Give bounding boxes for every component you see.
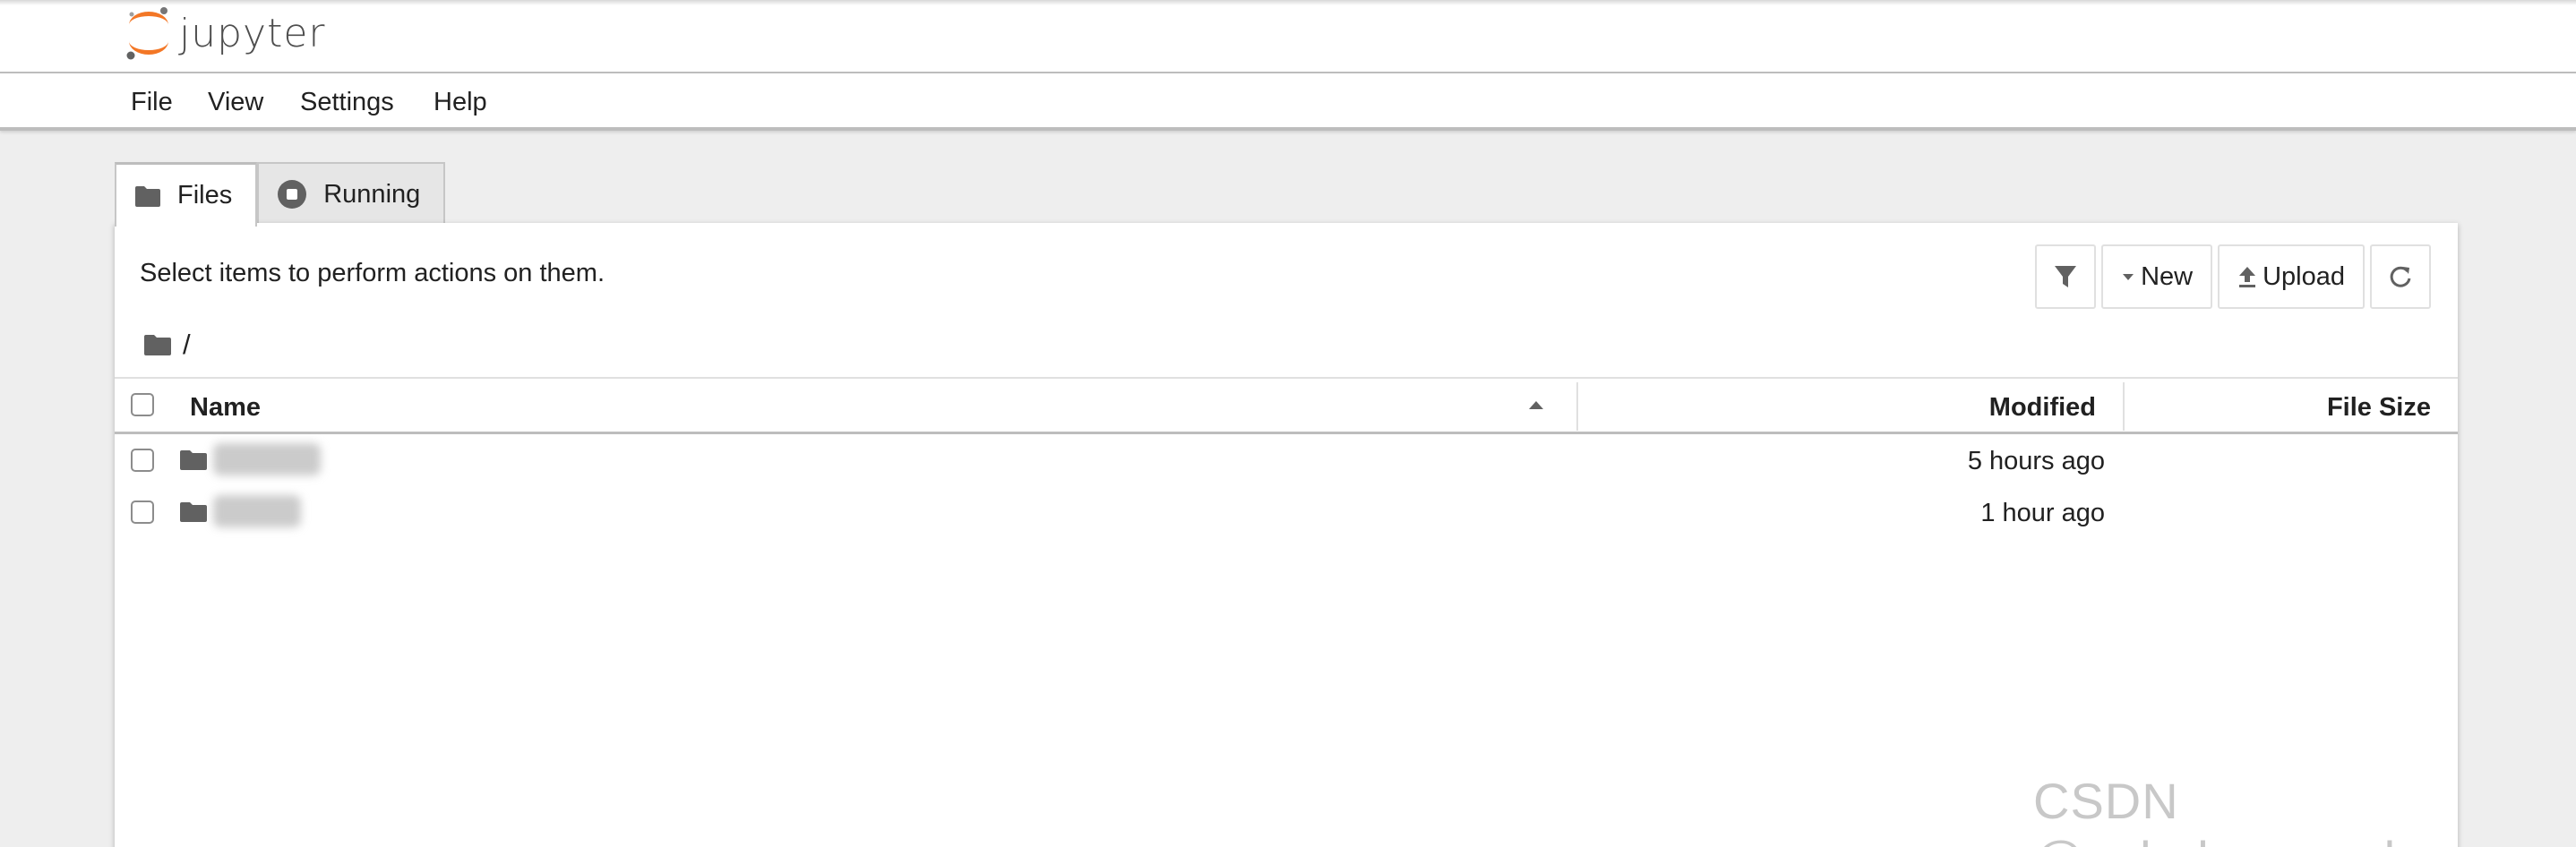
upload-button[interactable]: Upload [2218, 244, 2365, 309]
selection-hint: Select items to perform actions on them. [140, 259, 605, 287]
watermark: CSDN @echola_mendes [2033, 773, 2450, 847]
file-name-redacted[interactable] [213, 495, 301, 527]
table-row[interactable]: 1 hour ago [115, 486, 2458, 538]
app-name: jupyter [179, 10, 326, 56]
folder-icon [134, 184, 161, 208]
refresh-button[interactable] [2370, 244, 2431, 309]
filter-icon [2054, 264, 2077, 289]
table-header: Name Modified File Size [115, 377, 2458, 434]
menu-help[interactable]: Help [434, 88, 487, 117]
breadcrumb-root[interactable]: / [183, 329, 191, 361]
menu-view[interactable]: View [208, 88, 263, 117]
tab-files-label: Files [177, 181, 233, 210]
menu-file[interactable]: File [131, 88, 173, 117]
jupyter-logo-icon [126, 7, 168, 60]
file-browser-panel: Select items to perform actions on them.… [115, 223, 2458, 847]
column-modified[interactable]: Modified [1989, 393, 2096, 423]
caret-down-icon [2121, 272, 2135, 281]
table-row[interactable]: 5 hours ago [115, 434, 2458, 486]
new-button-label: New [2141, 261, 2194, 291]
tab-files[interactable]: Files [115, 162, 258, 227]
tab-running-label: Running [323, 179, 421, 209]
column-file-size[interactable]: File Size [2327, 393, 2431, 423]
menu-bar: File View Settings Help [0, 73, 2576, 131]
row-checkbox[interactable] [131, 449, 154, 472]
folder-icon[interactable] [143, 332, 172, 357]
column-name[interactable]: Name [190, 393, 261, 423]
file-toolbar: New Upload [2035, 244, 2431, 309]
menu-settings[interactable]: Settings [300, 88, 394, 117]
file-name-redacted[interactable] [213, 443, 321, 475]
column-divider[interactable] [1576, 382, 1578, 431]
select-all-checkbox[interactable] [131, 393, 154, 416]
tab-running[interactable]: Running [257, 162, 446, 225]
filter-button[interactable] [2035, 244, 2097, 309]
new-button[interactable]: New [2101, 244, 2213, 309]
folder-icon [179, 500, 208, 524]
sort-ascending-icon[interactable] [1528, 400, 1544, 411]
refresh-icon [2388, 264, 2413, 289]
top-bar: jupyter [0, 0, 2576, 73]
upload-icon [2237, 265, 2257, 288]
column-divider[interactable] [2123, 382, 2125, 431]
tab-bar: Files Running [115, 162, 446, 227]
jupyter-logo[interactable]: jupyter [125, 5, 326, 61]
breadcrumb: / [143, 327, 191, 363]
stop-circle-icon [277, 179, 307, 210]
upload-button-label: Upload [2263, 261, 2345, 291]
folder-icon [179, 449, 208, 472]
modified-date: 1 hour ago [1980, 499, 2105, 527]
modified-date: 5 hours ago [1967, 447, 2105, 475]
row-checkbox[interactable] [131, 500, 154, 524]
